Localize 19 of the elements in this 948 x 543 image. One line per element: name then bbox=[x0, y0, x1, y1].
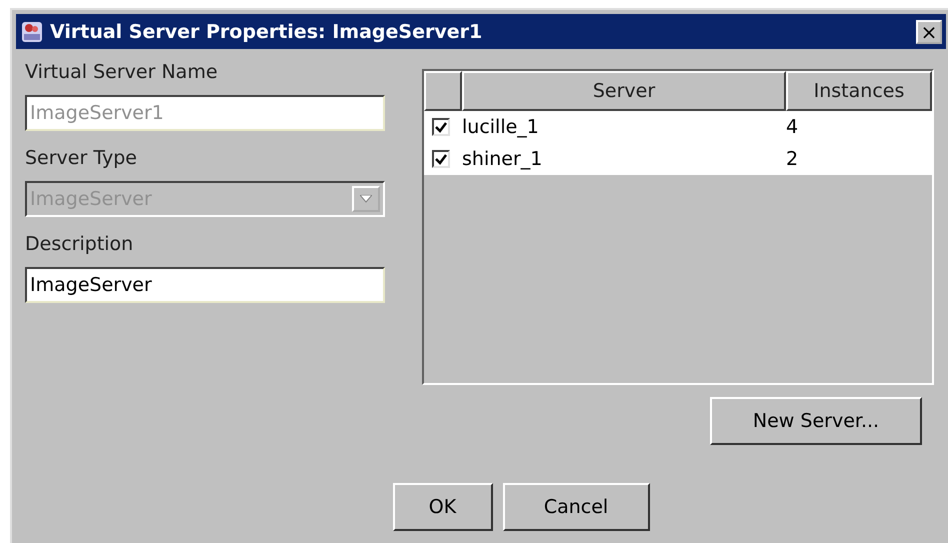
checkbox[interactable] bbox=[432, 150, 450, 168]
text-field[interactable]: ImageServer bbox=[25, 267, 385, 303]
dialog-button[interactable]: Cancel bbox=[502, 483, 650, 531]
close-button[interactable]: × bbox=[916, 20, 942, 44]
column-header[interactable]: Instances bbox=[786, 71, 932, 111]
table-cell-text: shiner_1 bbox=[462, 148, 544, 170]
new-server-button[interactable]: New Server... bbox=[710, 397, 922, 445]
field-label: Description bbox=[25, 233, 134, 255]
field-label: Virtual Server Name bbox=[25, 61, 219, 83]
dialog-button[interactable]: OK bbox=[392, 483, 492, 531]
app-icon bbox=[20, 20, 44, 44]
column-header[interactable] bbox=[424, 71, 462, 111]
field-label: Server Type bbox=[25, 147, 138, 169]
column-header[interactable]: Server bbox=[462, 71, 786, 111]
table-cell-text: 2 bbox=[786, 148, 800, 170]
checkbox[interactable] bbox=[432, 118, 450, 136]
table-cell-text: lucille_1 bbox=[462, 116, 540, 138]
table-cell-text: 4 bbox=[786, 116, 800, 138]
window-title: Virtual Server Properties: ImageServer1 bbox=[50, 20, 484, 42]
